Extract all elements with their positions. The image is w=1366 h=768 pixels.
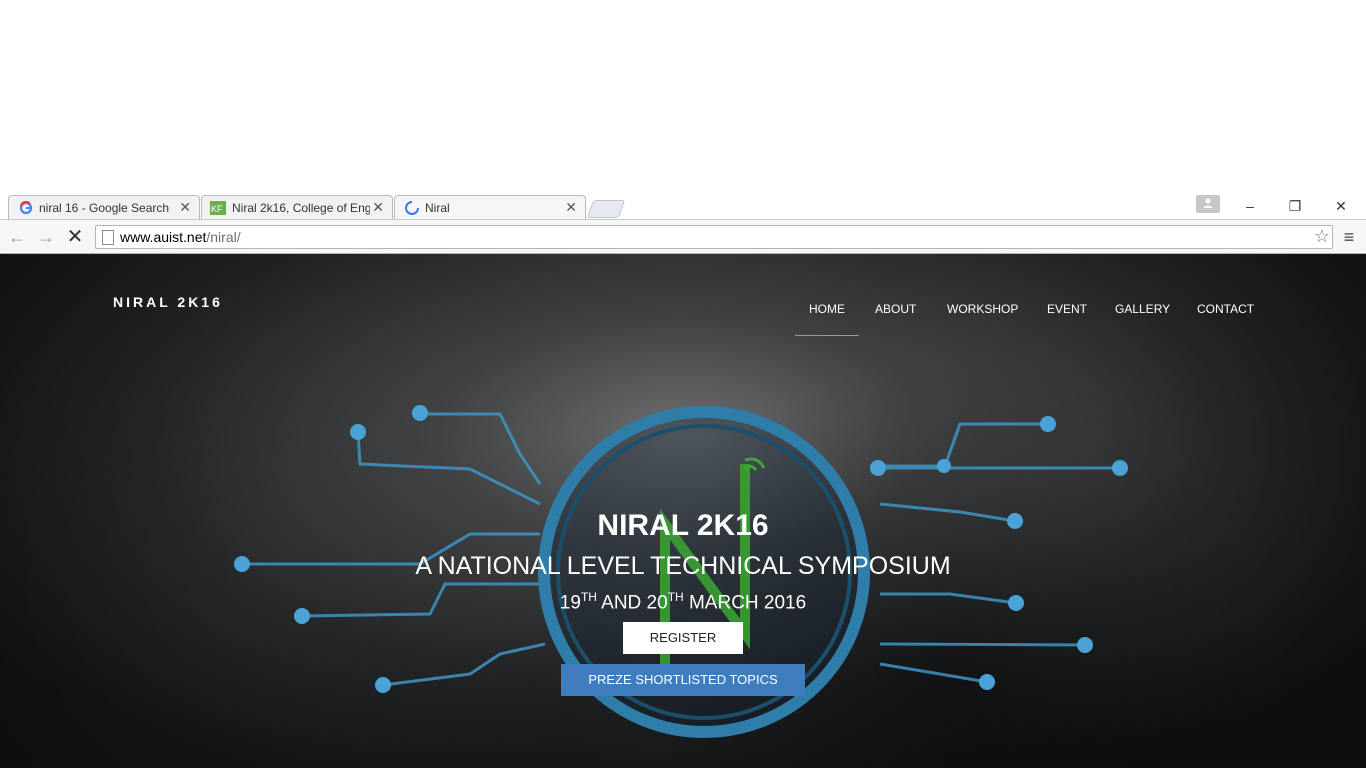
close-window-button[interactable]: ✕ bbox=[1321, 194, 1361, 218]
kf-site-icon: KF bbox=[210, 201, 226, 215]
tab-strip: niral 16 - Google Search ✕ KF Niral 2k16… bbox=[0, 193, 1366, 220]
date-suffix2: TH bbox=[667, 590, 684, 604]
tab-niral-active[interactable]: Niral ✕ bbox=[394, 195, 586, 220]
loading-spinner-icon bbox=[405, 201, 419, 215]
close-icon[interactable]: ✕ bbox=[372, 199, 384, 216]
nav-workshop[interactable]: WORKSHOP bbox=[947, 302, 1018, 316]
register-button[interactable]: REGISTER bbox=[623, 622, 743, 654]
browser-toolbar: ← → ✕ www.auist.net/niral/ ☆ ≡ bbox=[0, 219, 1366, 254]
website-viewport: NIRAL 2K16 HOME ABOUT WORKSHOP EVENT GAL… bbox=[0, 254, 1366, 768]
restore-button[interactable]: ❐ bbox=[1275, 194, 1315, 218]
site-brand[interactable]: NIRAL 2K16 bbox=[113, 294, 223, 310]
url-path: /niral/ bbox=[206, 229, 241, 245]
tab-title: niral 16 - Google Search bbox=[39, 201, 170, 215]
nav-contact[interactable]: CONTACT bbox=[1197, 302, 1254, 316]
google-icon bbox=[19, 201, 33, 215]
tab-google-search[interactable]: niral 16 - Google Search ✕ bbox=[8, 195, 200, 219]
blank-area bbox=[0, 0, 1366, 193]
url-text: www.auist.net/niral/ bbox=[120, 229, 241, 245]
nav-about[interactable]: ABOUT bbox=[875, 302, 916, 316]
date-day1: 19 bbox=[559, 592, 581, 614]
nav-home[interactable]: HOME bbox=[809, 302, 845, 316]
hero-date: 19TH AND 20TH MARCH 2016 bbox=[0, 590, 1366, 614]
nav-gallery[interactable]: GALLERY bbox=[1115, 302, 1170, 316]
hero-subtitle: A NATIONAL LEVEL TECHNICAL SYMPOSIUM bbox=[415, 552, 951, 580]
tab-title: Niral bbox=[425, 201, 450, 215]
address-bar[interactable]: www.auist.net/niral/ ☆ bbox=[95, 225, 1333, 249]
forward-arrow-icon[interactable]: → bbox=[35, 226, 57, 248]
preze-topics-button[interactable]: PREZE SHORTLISTED TOPICS bbox=[561, 664, 805, 696]
back-arrow-icon[interactable]: ← bbox=[6, 226, 28, 248]
close-icon[interactable]: ✕ bbox=[565, 199, 577, 216]
profile-avatar-button[interactable] bbox=[1196, 195, 1220, 213]
stop-loading-icon[interactable]: ✕ bbox=[64, 226, 86, 248]
date-suffix1: TH bbox=[580, 590, 597, 604]
url-host: www.auist.net bbox=[120, 229, 207, 245]
hamburger-menu-icon[interactable]: ≡ bbox=[1340, 227, 1358, 247]
person-icon bbox=[1203, 198, 1213, 208]
tab-title: Niral 2k16, College of Eng bbox=[232, 201, 370, 215]
close-icon[interactable]: ✕ bbox=[179, 199, 191, 216]
date-month-year: MARCH 2016 bbox=[683, 592, 807, 614]
date-and: AND 20 bbox=[596, 592, 668, 614]
tab-niral-college[interactable]: KF Niral 2k16, College of Eng ✕ bbox=[201, 195, 393, 219]
active-nav-underline bbox=[795, 335, 859, 336]
page-icon bbox=[102, 230, 114, 245]
hero-title: NIRAL 2K16 bbox=[597, 509, 769, 542]
bookmark-star-icon[interactable]: ☆ bbox=[1314, 226, 1330, 247]
new-tab-button[interactable] bbox=[586, 200, 626, 218]
svg-text:KF: KF bbox=[211, 204, 223, 214]
nav-event[interactable]: EVENT bbox=[1047, 302, 1087, 316]
minimize-button[interactable]: ‒ bbox=[1230, 194, 1270, 218]
